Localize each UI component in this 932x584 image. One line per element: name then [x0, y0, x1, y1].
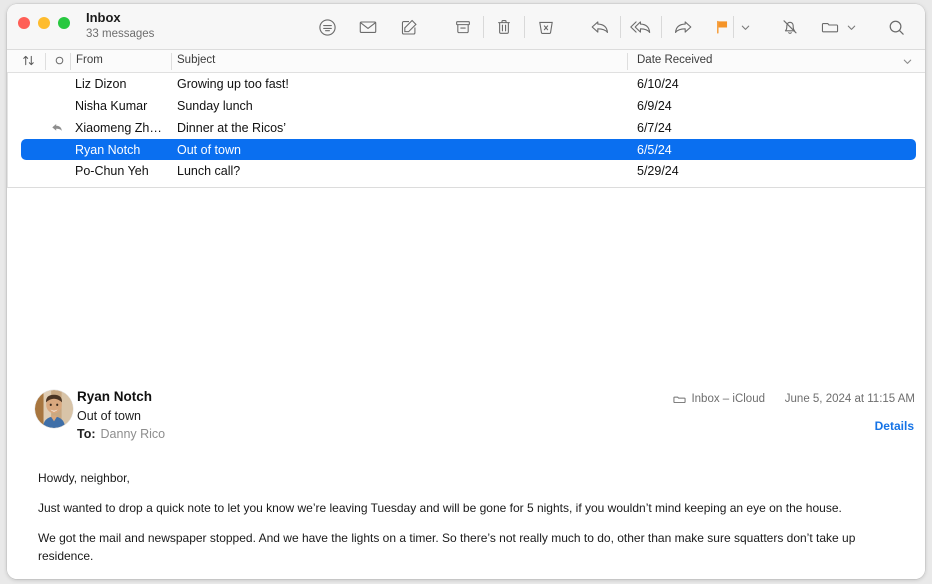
recipient-line: To: Danny Rico	[77, 427, 165, 441]
reply-icon	[589, 17, 611, 37]
avatar	[35, 389, 73, 428]
filter-button[interactable]	[307, 4, 348, 50]
to-value[interactable]: Danny Rico	[101, 427, 166, 441]
reply-button[interactable]	[579, 4, 620, 50]
header-divider	[45, 53, 46, 70]
flag-menu-button[interactable]	[734, 4, 756, 50]
row-subject: Sunday lunch	[177, 99, 253, 113]
table-row-selected[interactable]: Ryan Notch Out of town 6/5/24	[21, 139, 916, 160]
mark-unread-button[interactable]	[348, 4, 389, 50]
table-row[interactable]: Nisha Kumar Sunday lunch 6/9/24	[7, 95, 925, 117]
reply-all-button[interactable]	[621, 4, 662, 50]
header-divider	[171, 53, 172, 70]
flag-icon	[713, 18, 731, 36]
row-from: Nisha Kumar	[75, 99, 148, 113]
message-body: Howdy, neighbor, Just wanted to drop a q…	[38, 470, 899, 580]
maximize-button[interactable]	[58, 17, 70, 29]
mailbox-name: Inbox – iCloud	[691, 393, 765, 405]
compose-icon	[399, 17, 419, 37]
reply-all-icon	[629, 17, 653, 37]
row-subject: Lunch call?	[177, 164, 241, 178]
window-controls	[18, 17, 70, 29]
table-row[interactable]: Xiaomeng Zh… Dinner at the Ricos’ 6/7/24	[7, 117, 925, 139]
toolbar: Inbox 33 messages	[7, 4, 925, 50]
column-header-subject[interactable]: Subject	[177, 54, 215, 66]
row-from: Liz Dizon	[75, 77, 127, 91]
message-list[interactable]: Liz Dizon Growing up too fast! 6/10/24 N…	[7, 73, 925, 187]
window-title-block: Inbox 33 messages	[86, 10, 154, 42]
page-title: Inbox	[86, 10, 121, 25]
mute-button[interactable]	[770, 4, 811, 50]
archive-icon	[453, 17, 473, 37]
compose-button[interactable]	[388, 4, 429, 50]
close-button[interactable]	[18, 17, 30, 29]
forward-icon	[672, 17, 694, 37]
body-paragraph: Just wanted to drop a quick note to let …	[38, 500, 842, 515]
row-date: 6/10/24	[637, 77, 679, 91]
folder-icon	[820, 17, 840, 37]
body-paragraph: Howdy, neighbor,	[38, 470, 130, 485]
column-options-button[interactable]	[902, 56, 913, 67]
mailbox-indicator: Inbox – iCloud	[673, 393, 765, 406]
row-date: 6/7/24	[637, 121, 672, 135]
mail-window: Inbox 33 messages From Subject Date Rece…	[7, 4, 925, 579]
replied-arrow-icon	[51, 121, 64, 134]
message-subject: Out of town	[77, 408, 141, 423]
row-date: 5/29/24	[637, 164, 679, 178]
mute-bell-icon	[780, 17, 800, 37]
row-date: 6/9/24	[637, 99, 672, 113]
message-detail-pane: Ryan Notch Out of town To: Danny Rico Inb…	[7, 187, 925, 580]
search-icon	[887, 18, 906, 37]
search-button[interactable]	[876, 4, 917, 50]
move-to-folder-button[interactable]	[819, 4, 841, 50]
filter-icon	[318, 18, 337, 37]
header-divider	[627, 53, 628, 70]
junk-icon	[536, 17, 556, 37]
to-label: To:	[77, 426, 96, 441]
sender-avatar-photo	[35, 389, 73, 428]
junk-button[interactable]	[525, 4, 566, 50]
row-from: Ryan Notch	[75, 142, 141, 157]
row-date: 6/5/24	[637, 142, 672, 157]
trash-icon	[494, 17, 514, 37]
sort-order-button[interactable]	[22, 54, 35, 67]
row-subject: Dinner at the Ricos’	[177, 121, 287, 135]
message-timestamp: June 5, 2024 at 11:15 AM	[784, 392, 915, 405]
row-from: Xiaomeng Zh…	[75, 121, 162, 135]
row-subject: Out of town	[177, 142, 241, 157]
message-list-header: From Subject Date Received	[7, 50, 925, 73]
delete-button[interactable]	[484, 4, 525, 50]
minimize-button[interactable]	[38, 17, 50, 29]
column-header-from[interactable]: From	[76, 54, 103, 66]
unread-circle-icon[interactable]	[54, 55, 65, 66]
forward-button[interactable]	[662, 4, 703, 50]
chevron-down-icon	[740, 22, 751, 33]
sender-name: Ryan Notch	[77, 388, 153, 404]
details-link[interactable]: Details	[875, 419, 914, 433]
table-row[interactable]: Liz Dizon Growing up too fast! 6/10/24	[7, 73, 925, 95]
header-divider	[70, 53, 71, 70]
row-subject: Growing up too fast!	[177, 77, 289, 91]
message-count: 33 messages	[86, 28, 155, 41]
move-menu-button[interactable]	[841, 4, 863, 50]
flag-button[interactable]	[711, 4, 733, 50]
chevron-down-icon	[846, 22, 857, 33]
archive-button[interactable]	[442, 4, 483, 50]
column-header-date-received[interactable]: Date Received	[637, 54, 712, 66]
folder-icon	[673, 393, 687, 406]
body-paragraph: We got the mail and newspaper stopped. A…	[38, 531, 856, 563]
table-row-partial[interactable]	[7, 182, 925, 187]
body-paragraph: It’s supposed to rain, so I don’t think …	[38, 578, 899, 579]
table-row[interactable]: Po-Chun Yeh Lunch call? 5/29/24	[7, 160, 925, 182]
envelope-icon	[358, 17, 378, 37]
toolbar-actions	[307, 4, 917, 50]
row-from: Po-Chun Yeh	[75, 164, 149, 178]
